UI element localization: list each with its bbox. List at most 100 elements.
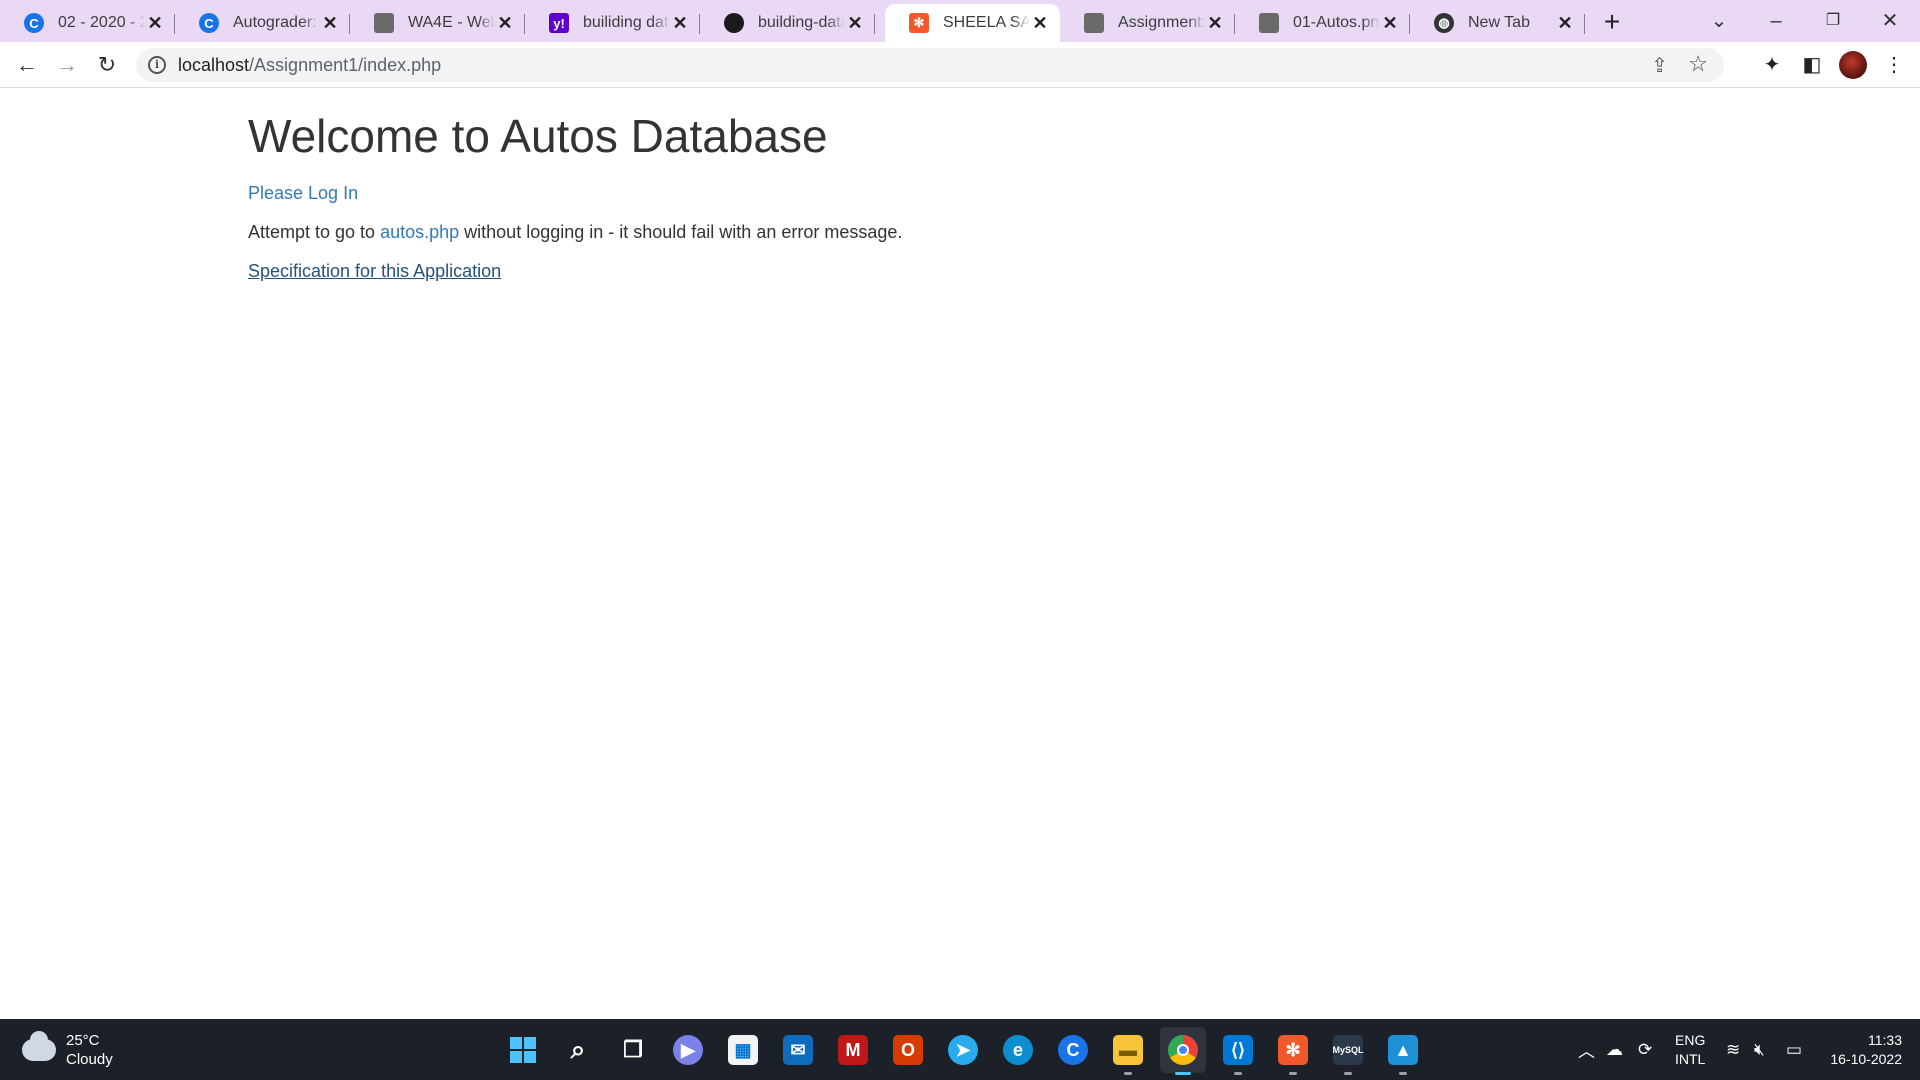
close-tab-icon[interactable]: ✕ bbox=[1030, 13, 1050, 34]
language-indicator[interactable]: ENG INTL bbox=[1675, 1031, 1705, 1069]
specification-link[interactable]: Specification for this Application bbox=[248, 261, 501, 281]
tab-8[interactable]: ◍ New Tab ✕ bbox=[1410, 4, 1585, 42]
login-link[interactable]: Please Log In bbox=[248, 183, 902, 204]
tab-7[interactable]: 01-Autos.png ✕ bbox=[1235, 4, 1410, 42]
page-content: Welcome to Autos Database Please Log In … bbox=[248, 109, 902, 282]
close-window-button[interactable]: ✕ bbox=[1870, 6, 1910, 36]
tab-search-button[interactable]: ⌄ bbox=[1699, 6, 1739, 36]
language-line1: ENG bbox=[1675, 1032, 1706, 1048]
running-indicator bbox=[1124, 1072, 1132, 1075]
mail-icon[interactable]: ✉ bbox=[775, 1027, 821, 1073]
tab-title: building-datal bbox=[758, 14, 845, 31]
wifi-icon[interactable]: ≋ bbox=[1726, 1019, 1740, 1080]
coursera-icon[interactable]: C bbox=[1050, 1027, 1096, 1073]
weather-temp: 25°C bbox=[66, 1032, 100, 1049]
side-panel-icon[interactable]: ◧ bbox=[1797, 50, 1827, 80]
search-icon[interactable]: ⌕ bbox=[555, 1027, 601, 1073]
mcafee-icon[interactable]: M bbox=[830, 1027, 876, 1073]
xampp-icon: ✻ bbox=[909, 13, 929, 33]
clock-time: 11:33 bbox=[1868, 1032, 1902, 1048]
running-indicator bbox=[1175, 1072, 1191, 1075]
office-icon[interactable]: O bbox=[885, 1027, 931, 1073]
close-tab-icon[interactable]: ✕ bbox=[845, 13, 865, 34]
running-indicator bbox=[1344, 1072, 1352, 1075]
coursera-icon: C bbox=[24, 13, 44, 33]
url-path: /Assignment1/index.php bbox=[249, 55, 442, 75]
weather-widget[interactable]: 25°C Cloudy bbox=[22, 1031, 113, 1069]
tab-title: builiding data bbox=[583, 14, 670, 31]
back-button[interactable]: ← bbox=[12, 50, 42, 80]
autos-link[interactable]: autos.php bbox=[380, 222, 459, 242]
restore-button[interactable]: ❐ bbox=[1813, 6, 1853, 36]
share-icon[interactable]: ⇪ bbox=[1651, 53, 1668, 78]
forward-button[interactable]: → bbox=[52, 50, 82, 80]
clock[interactable]: 11:33 16-10-2022 bbox=[1830, 1031, 1902, 1069]
close-tab-icon[interactable]: ✕ bbox=[1380, 13, 1400, 34]
taskbar: 25°C Cloudy ⌕ ❐ ▶ ▦ ✉ M O ➤ e C ▬ ⟨⟩ ✻ M… bbox=[0, 1019, 1920, 1080]
yahoo-icon: y! bbox=[549, 13, 569, 33]
mysql-workbench-icon[interactable]: MySQL bbox=[1325, 1027, 1371, 1075]
teams-chat-icon[interactable]: ▶ bbox=[665, 1027, 711, 1073]
close-tab-icon[interactable]: ✕ bbox=[1205, 13, 1225, 34]
attempt-prefix: Attempt to go to bbox=[248, 222, 381, 242]
tab-6[interactable]: Assignment: A ✕ bbox=[1060, 4, 1235, 42]
microsoft-store-icon[interactable]: ▦ bbox=[720, 1027, 766, 1073]
tab-title: Autograder: A bbox=[233, 14, 320, 31]
reload-button[interactable]: ↻ bbox=[92, 50, 122, 80]
task-view-icon[interactable]: ❐ bbox=[610, 1027, 656, 1073]
telegram-icon[interactable]: ➤ bbox=[940, 1027, 986, 1073]
tab-3[interactable]: y! builiding data ✕ bbox=[525, 4, 700, 42]
tab-1[interactable]: C Autograder: A ✕ bbox=[175, 4, 350, 42]
photo-icon bbox=[1259, 13, 1279, 33]
file-explorer-icon[interactable]: ▬ bbox=[1105, 1027, 1151, 1075]
xampp-icon[interactable]: ✻ bbox=[1270, 1027, 1316, 1075]
running-indicator bbox=[1234, 1072, 1242, 1075]
running-indicator bbox=[1289, 1072, 1297, 1075]
tab-5-active[interactable]: ✻ SHEELA SAI KU ✕ bbox=[885, 4, 1060, 42]
globe-icon: ◍ bbox=[1434, 13, 1454, 33]
running-indicator bbox=[1399, 1072, 1407, 1075]
page-viewport: Welcome to Autos Database Please Log In … bbox=[0, 89, 1920, 1019]
volume-muted-icon[interactable]: 🔇︎ bbox=[1754, 1019, 1765, 1080]
edge-icon[interactable]: e bbox=[995, 1027, 1041, 1073]
profile-avatar[interactable] bbox=[1839, 51, 1867, 79]
vscode-icon[interactable]: ⟨⟩ bbox=[1215, 1027, 1261, 1075]
onedrive-offline-icon[interactable]: ☁ bbox=[1606, 1019, 1623, 1080]
clock-date: 16-10-2022 bbox=[1830, 1051, 1902, 1067]
tab-title: New Tab bbox=[1468, 14, 1530, 31]
browser-toolbar: ← → ↻ i localhost/Assignment1/index.php … bbox=[0, 42, 1920, 88]
extensions-icon[interactable]: ✦ bbox=[1757, 50, 1787, 80]
tab-0[interactable]: C 02 - 2020 - 20 ✕ bbox=[0, 4, 175, 42]
tab-title: Assignment: A bbox=[1118, 14, 1205, 31]
close-tab-icon[interactable]: ✕ bbox=[1555, 13, 1575, 34]
coursera-icon: C bbox=[199, 13, 219, 33]
tab-separator bbox=[1584, 14, 1585, 34]
close-tab-icon[interactable]: ✕ bbox=[145, 13, 165, 34]
weather-condition: Cloudy bbox=[66, 1051, 113, 1068]
photos-icon[interactable]: ▲ bbox=[1380, 1027, 1426, 1075]
bookmark-star-icon[interactable]: ☆ bbox=[1688, 51, 1708, 77]
attempt-paragraph: Attempt to go to autos.php without loggi… bbox=[248, 222, 902, 243]
new-tab-button[interactable]: + bbox=[1597, 8, 1627, 38]
site-info-icon[interactable]: i bbox=[148, 56, 166, 74]
close-tab-icon[interactable]: ✕ bbox=[320, 13, 340, 34]
chrome-icon[interactable] bbox=[1160, 1027, 1206, 1075]
close-tab-icon[interactable]: ✕ bbox=[670, 13, 690, 34]
windows-start-icon[interactable] bbox=[500, 1027, 546, 1073]
cloud-icon bbox=[22, 1031, 56, 1061]
close-tab-icon[interactable]: ✕ bbox=[495, 13, 515, 34]
tab-separator bbox=[874, 14, 875, 34]
minimize-button[interactable]: – bbox=[1756, 6, 1796, 36]
address-url[interactable]: localhost/Assignment1/index.php bbox=[178, 55, 441, 76]
page-title: Welcome to Autos Database bbox=[248, 110, 828, 162]
sync-icon[interactable]: ⟳ bbox=[1638, 1019, 1652, 1080]
show-hidden-icons[interactable]: ︿ bbox=[1578, 1019, 1595, 1080]
menu-kebab-icon[interactable]: ⋮ bbox=[1879, 50, 1909, 80]
attempt-suffix: without logging in - it should fail with… bbox=[459, 222, 903, 242]
tab-4[interactable]: building-datal ✕ bbox=[700, 4, 875, 42]
battery-icon[interactable]: ▭ bbox=[1786, 1019, 1802, 1080]
tab-title: WA4E - Web A bbox=[408, 14, 495, 31]
tab-strip: C 02 - 2020 - 20 ✕ C Autograder: A ✕ WA4… bbox=[0, 0, 1920, 42]
address-bar[interactable]: i localhost/Assignment1/index.php ⇪ ☆ bbox=[136, 48, 1724, 82]
tab-2[interactable]: WA4E - Web A ✕ bbox=[350, 4, 525, 42]
